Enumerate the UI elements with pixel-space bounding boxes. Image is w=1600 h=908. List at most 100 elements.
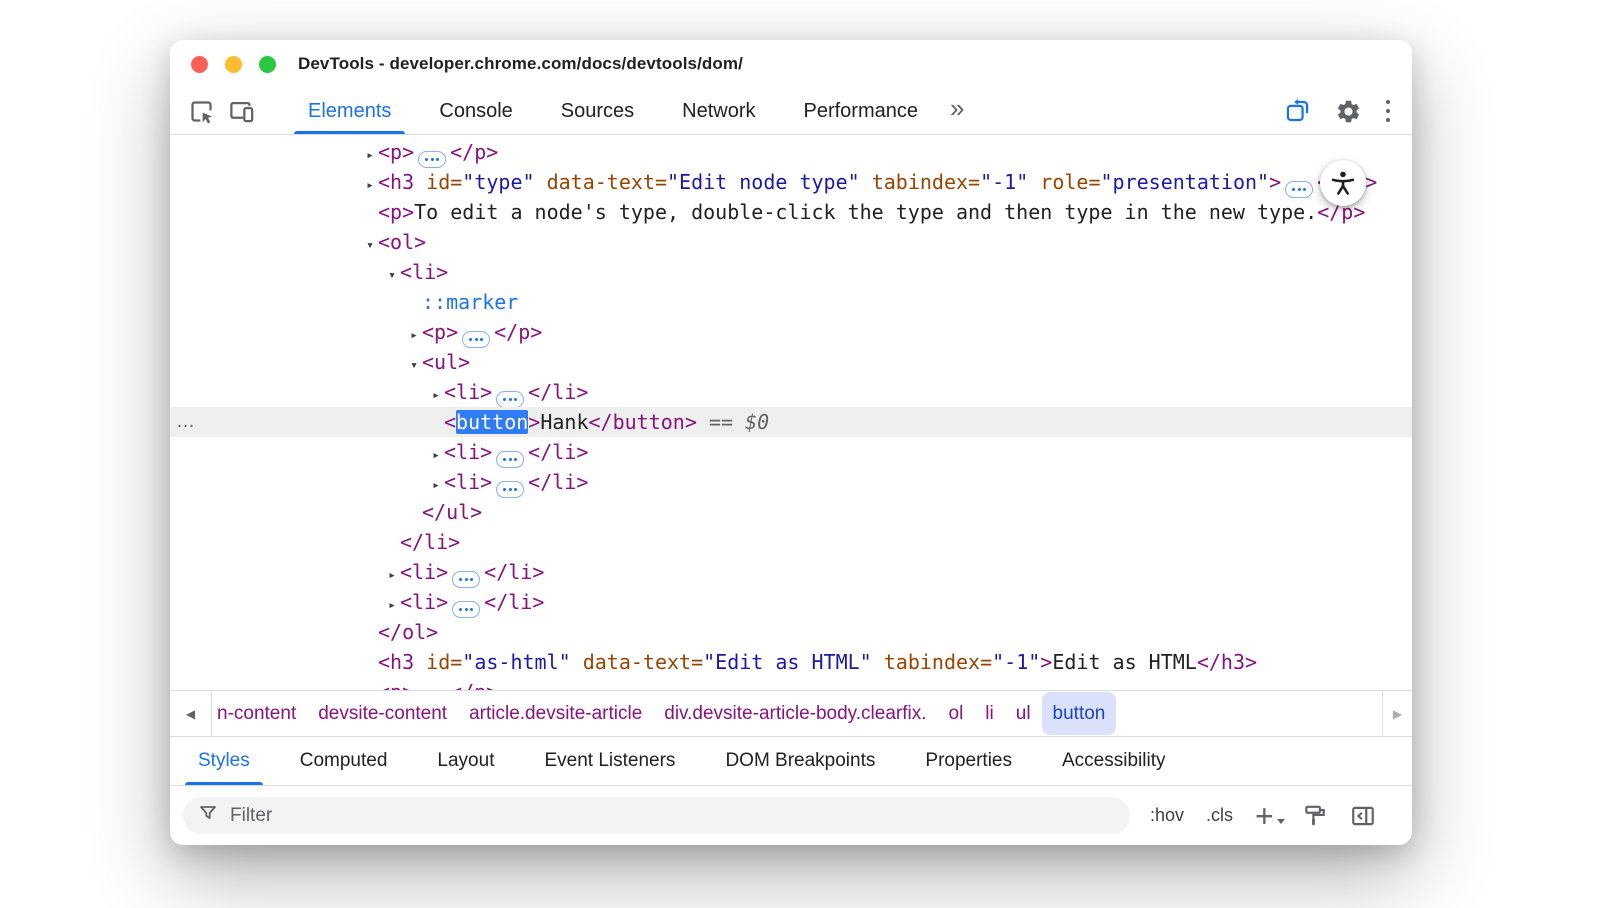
element-classes-toggle[interactable]: .cls [1206, 805, 1233, 826]
token-tag: </p> [450, 680, 498, 690]
dom-node[interactable]: ▸<li></li> [170, 557, 1412, 587]
breadcrumb-item-devsite-content[interactable]: devsite-content [307, 691, 458, 736]
more-tabs-icon[interactable]: » [942, 93, 972, 124]
token-tag: </p> [450, 140, 498, 164]
token-tag: <li> [400, 590, 448, 614]
breadcrumb-item-n-content[interactable]: n-content [214, 691, 307, 736]
collapsed-content-icon[interactable] [452, 571, 480, 588]
dom-node[interactable]: ▸<li></li> [170, 467, 1412, 497]
token-tag: </ul> [422, 500, 482, 524]
token-tag: <li> [400, 560, 448, 584]
token-tag: </li> [400, 530, 460, 554]
disclosure-arrow-collapsed-icon[interactable]: ▸ [362, 681, 378, 690]
dom-node[interactable]: ▸<li></li> [170, 587, 1412, 617]
token-tag: > [1269, 170, 1281, 194]
token-attr: tabindex= [872, 650, 992, 674]
breadcrumb-item-li[interactable]: li [974, 691, 1004, 736]
token-val: "-1" [980, 170, 1028, 194]
token-tag: <li> [444, 380, 492, 404]
sidebar-toggle-icon[interactable] [1350, 803, 1376, 829]
dom-node[interactable]: ▸<p></p> [170, 317, 1412, 347]
zoom-button[interactable] [259, 56, 276, 73]
breadcrumb-item-ol[interactable]: ol [938, 691, 975, 736]
token-val: "presentation" [1101, 170, 1270, 194]
close-button[interactable] [191, 56, 208, 73]
dom-node[interactable]: ▸<p></p> [170, 677, 1412, 690]
tab-properties[interactable]: Properties [900, 737, 1037, 785]
dom-node[interactable]: ▾<ul> [170, 347, 1412, 377]
accessibility-icon[interactable] [1320, 160, 1366, 206]
pseudo-state-toggle[interactable]: :hov [1150, 805, 1184, 826]
dom-node[interactable]: <p>To edit a node's type, double-click t… [170, 197, 1412, 227]
panel-tab-bar: ElementsConsoleSourcesNetworkPerformance [284, 88, 942, 134]
dom-node[interactable]: ▸<h3 id="type" data-text="Edit node type… [170, 167, 1412, 197]
toolbar-right [1284, 88, 1413, 134]
token-tag: <ol> [378, 230, 426, 254]
device-toolbar-icon[interactable] [224, 94, 258, 128]
token-tag: </li> [528, 380, 588, 404]
token-tag: > [1040, 650, 1052, 674]
token-tag: <p> [422, 320, 458, 344]
titlebar: DevTools - developer.chrome.com/docs/dev… [170, 40, 1412, 88]
paint-roller-icon[interactable] [1302, 803, 1328, 829]
tab-accessibility[interactable]: Accessibility [1037, 737, 1190, 785]
tab-sources[interactable]: Sources [537, 88, 658, 134]
devtools-toolbar: ElementsConsoleSourcesNetworkPerformance… [170, 88, 1412, 135]
dom-node-selected[interactable]: …<button>Hank</button> == $0 [170, 407, 1412, 437]
token-tag: </li> [484, 590, 544, 614]
dom-node[interactable]: </li> [170, 527, 1412, 557]
collapsed-content-icon[interactable] [496, 451, 524, 468]
tab-elements[interactable]: Elements [284, 88, 415, 134]
breadcrumb-item-div-devsite-article-body-clearfix[interactable]: div.devsite-article-body.clearfix. [653, 691, 937, 736]
dom-node[interactable]: ▸<li></li> [170, 437, 1412, 467]
tab-layout[interactable]: Layout [412, 737, 519, 785]
token-tag: > [528, 410, 540, 434]
token-text: Hank [540, 410, 588, 434]
styles-toolbar-right: :hov .cls + [1150, 803, 1376, 829]
token-eq: == [697, 410, 745, 434]
breadcrumb-list: n-contentdevsite-contentarticle.devsite-… [212, 691, 1382, 736]
breadcrumb: ◀ n-contentdevsite-contentarticle.devsit… [170, 690, 1412, 737]
dom-node[interactable]: ▸<li></li> [170, 377, 1412, 407]
tab-network[interactable]: Network [658, 88, 779, 134]
tab-performance[interactable]: Performance [780, 88, 943, 134]
tab-dom-breakpoints[interactable]: DOM Breakpoints [700, 737, 900, 785]
tab-event-listeners[interactable]: Event Listeners [519, 737, 700, 785]
dom-node[interactable]: </ul> [170, 497, 1412, 527]
dom-node[interactable]: <h3 id="as-html" data-text="Edit as HTML… [170, 647, 1412, 677]
tab-computed[interactable]: Computed [275, 737, 413, 785]
breadcrumb-item-button[interactable]: button [1042, 692, 1117, 735]
inspect-icon[interactable] [184, 94, 218, 128]
dom-node[interactable]: ▾<ol> [170, 227, 1412, 257]
settings-gear-icon[interactable] [1335, 98, 1362, 125]
kebab-menu-icon[interactable] [1386, 97, 1391, 124]
collapsed-content-icon[interactable] [418, 151, 446, 168]
token-tag: <h3 [378, 650, 414, 674]
token-tag: <li> [400, 260, 448, 284]
node-menu-icon[interactable]: … [176, 407, 196, 437]
dom-node[interactable]: ▾<li> [170, 257, 1412, 287]
dom-node[interactable]: </ol> [170, 617, 1412, 647]
new-style-rule-button[interactable]: + [1255, 806, 1280, 826]
breadcrumb-scroll-left-icon[interactable]: ◀ [170, 691, 212, 736]
breadcrumb-item-ul[interactable]: ul [1005, 691, 1042, 736]
dom-node[interactable]: ▸<p></p> [170, 137, 1412, 167]
minimize-button[interactable] [225, 56, 242, 73]
tab-styles[interactable]: Styles [173, 737, 275, 785]
collapsed-content-icon[interactable] [452, 601, 480, 618]
toggle-screencast-icon[interactable] [1284, 98, 1311, 125]
token-tag: <li> [444, 440, 492, 464]
dom-node[interactable]: ::marker [170, 287, 1412, 317]
breadcrumb-scroll-right-icon[interactable]: ▶ [1382, 691, 1412, 736]
token-tag: </button> [589, 410, 697, 434]
styles-toolbar: Filter :hov .cls + [170, 785, 1412, 845]
styles-filter-input[interactable]: Filter [183, 797, 1130, 834]
collapsed-content-icon[interactable] [496, 391, 524, 408]
sidebar-tab-bar: StylesComputedLayoutEvent ListenersDOM B… [170, 737, 1412, 785]
tab-console[interactable]: Console [415, 88, 536, 134]
breadcrumb-item-article-devsite-article[interactable]: article.devsite-article [458, 691, 653, 736]
token-val: "Edit node type" [667, 170, 860, 194]
collapsed-content-icon[interactable] [462, 331, 490, 348]
collapsed-content-icon[interactable] [496, 481, 524, 498]
collapsed-content-icon[interactable] [1285, 181, 1313, 198]
